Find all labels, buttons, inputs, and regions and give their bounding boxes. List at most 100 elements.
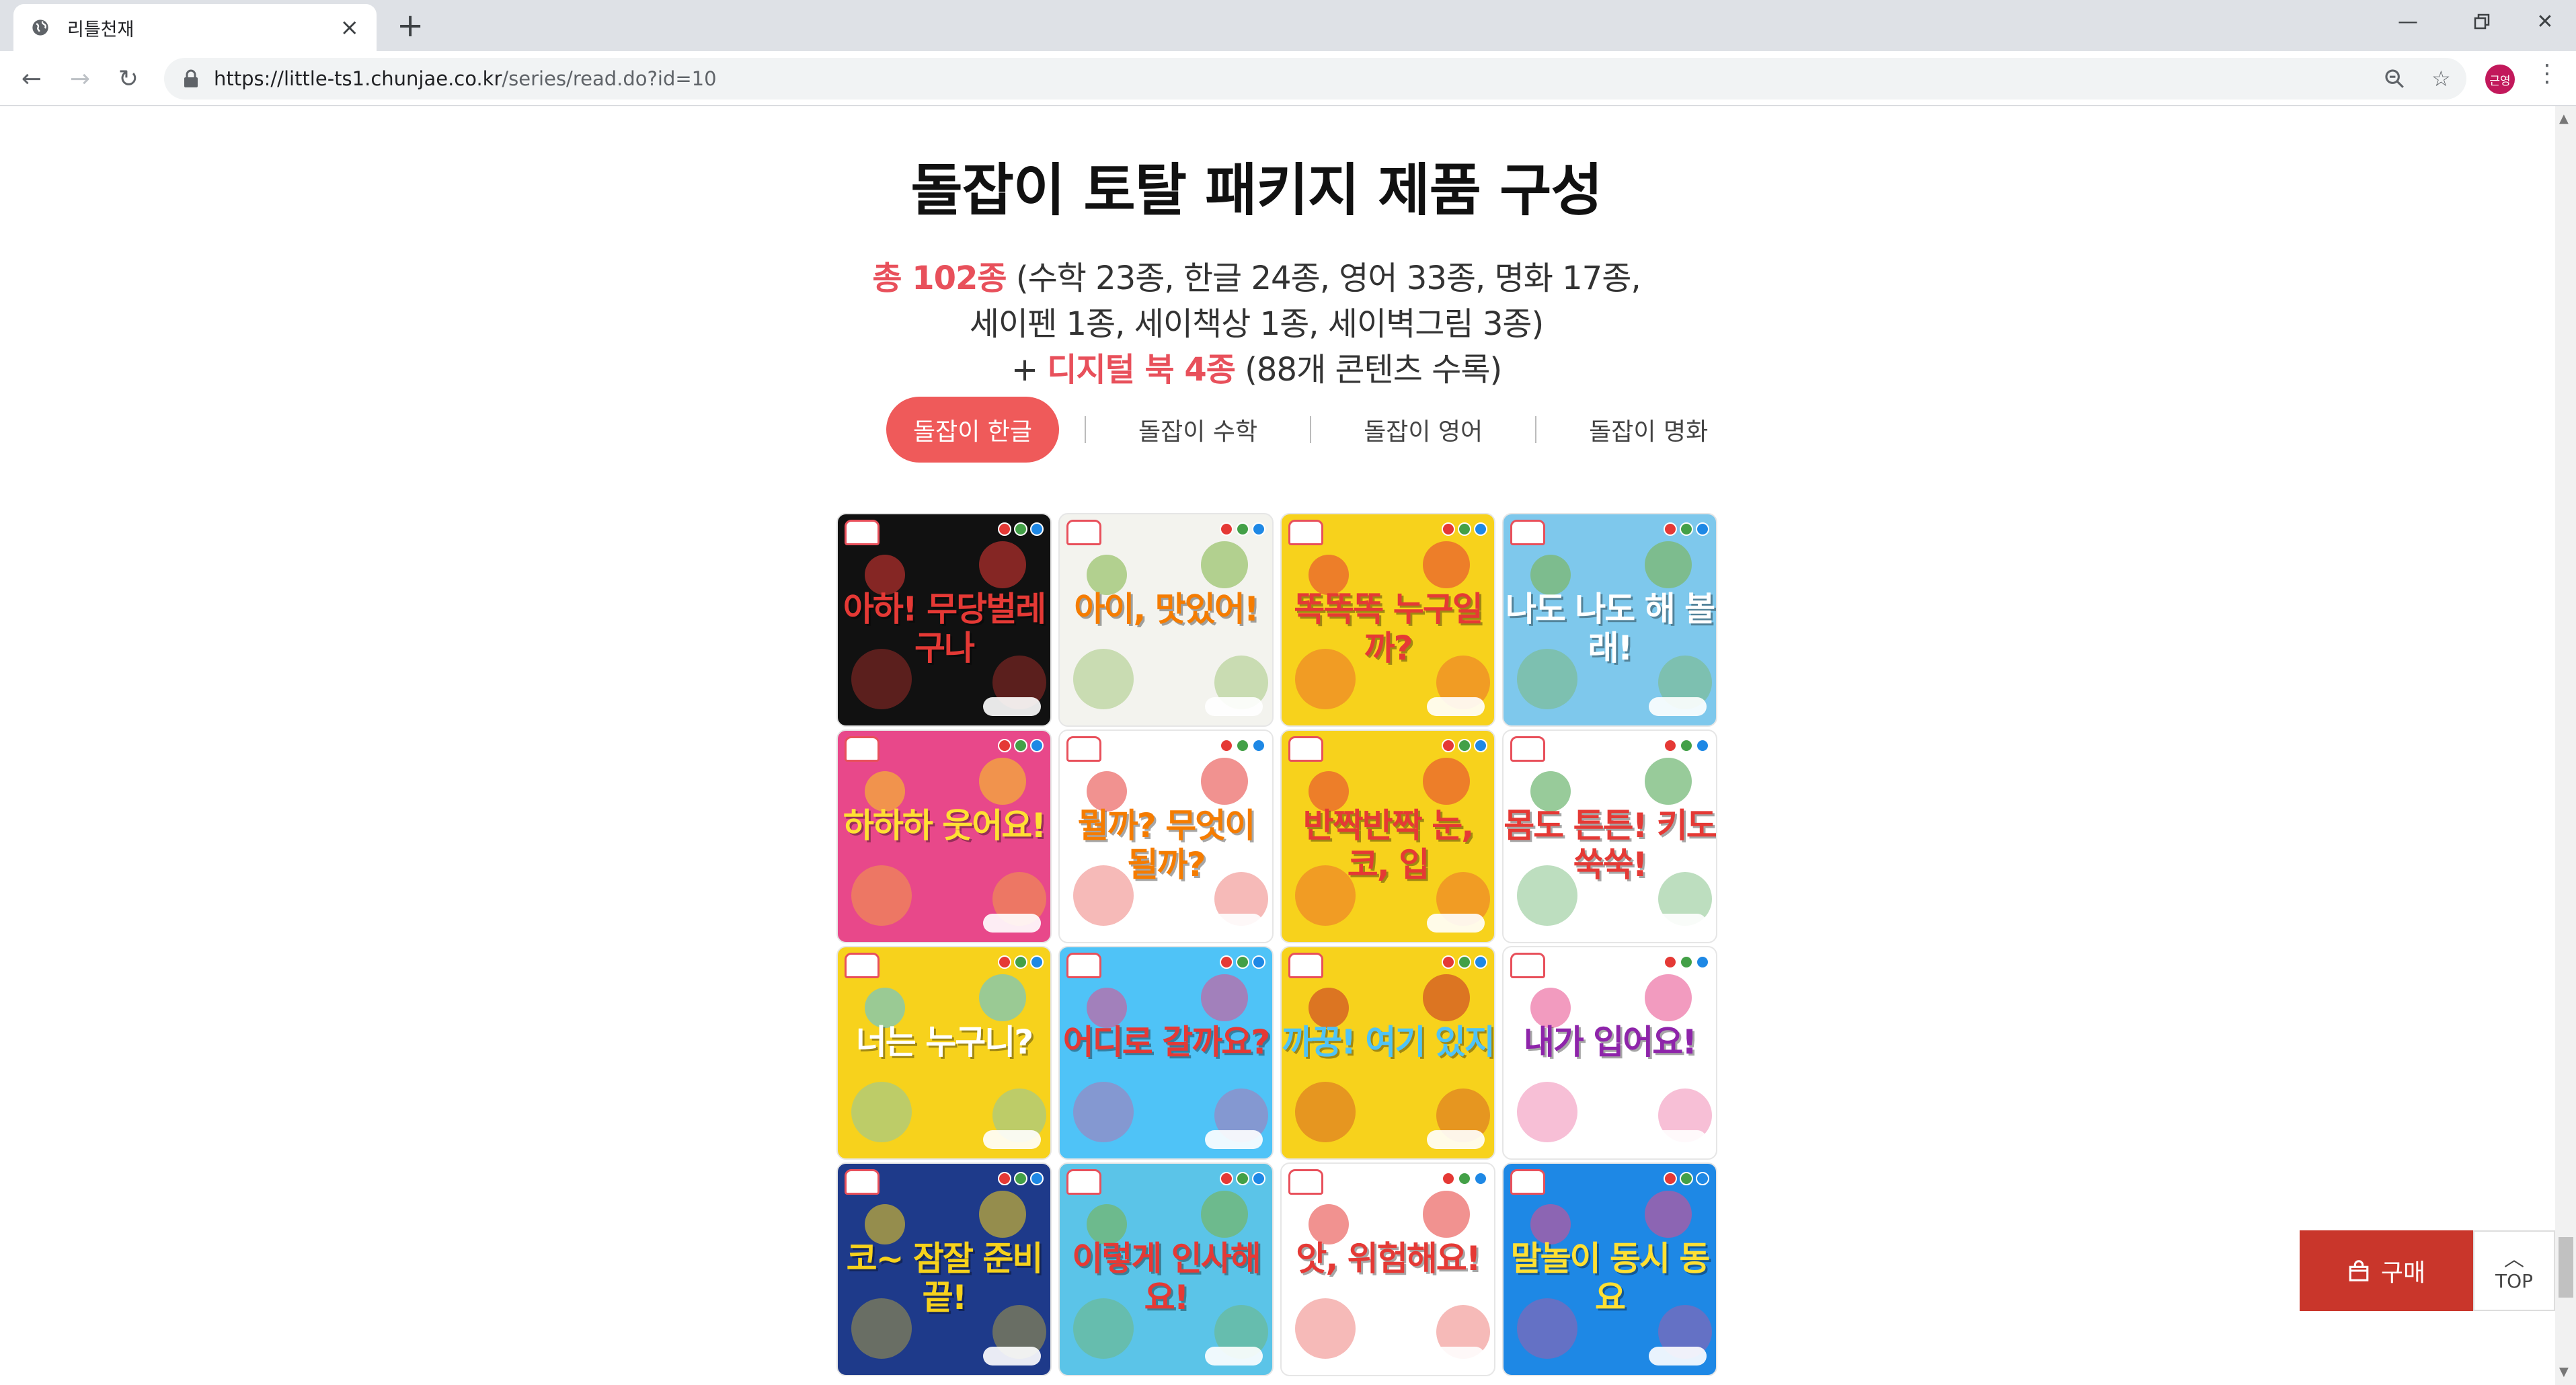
publisher-mark xyxy=(1427,914,1485,933)
category-dot xyxy=(1442,522,1455,536)
zoom-icon[interactable] xyxy=(2383,58,2406,100)
series-logo xyxy=(1066,1169,1101,1195)
scroll-up-icon[interactable]: ▲ xyxy=(2559,112,2569,126)
publisher-mark xyxy=(1427,697,1485,716)
category-dot xyxy=(1014,522,1027,536)
category-dot xyxy=(1236,1172,1249,1185)
tab-0[interactable]: 돌잡이 한글 xyxy=(886,397,1060,463)
tab-2[interactable]: 돌잡이 영어 xyxy=(1337,397,1510,463)
book-cover[interactable]: 반짝반짝 눈, 코, 입 xyxy=(1280,729,1495,943)
category-dot xyxy=(1696,522,1709,536)
series-logo xyxy=(1066,520,1101,545)
publisher-mark xyxy=(1427,1347,1485,1366)
series-logo xyxy=(1288,520,1323,545)
category-dot xyxy=(1680,955,1693,969)
book-title: 코~ 잠잘 준비 끝! xyxy=(846,1239,1044,1317)
book-cover[interactable]: 내가 입어요! xyxy=(1502,946,1717,1160)
category-dots xyxy=(998,522,1044,536)
category-dots xyxy=(1220,1172,1265,1185)
reload-icon[interactable]: ↻ xyxy=(110,61,147,97)
category-dots xyxy=(1664,1172,1709,1185)
category-dot xyxy=(1014,955,1027,969)
cover-illustration xyxy=(1309,988,1349,1028)
cover-illustration xyxy=(1295,1298,1356,1359)
cover-illustration xyxy=(865,988,905,1028)
scrollbar-thumb[interactable] xyxy=(2559,1237,2573,1298)
browser-toolbar: ← → ↻ https://little-ts1.chunjae.co.kr/s… xyxy=(0,51,2576,106)
book-cover[interactable]: 아하! 무당벌레구나 xyxy=(836,513,1052,727)
category-tabs: 돌잡이 한글 돌잡이 수학 돌잡이 영어 돌잡이 명화 xyxy=(886,397,1735,463)
minimize-icon[interactable]: — xyxy=(2371,7,2445,36)
globe-icon xyxy=(32,19,48,36)
publisher-mark xyxy=(1205,1130,1263,1149)
category-dot xyxy=(1680,522,1693,536)
category-dot xyxy=(1030,522,1044,536)
category-dot xyxy=(1014,1172,1027,1185)
category-dot xyxy=(998,955,1011,969)
tab-close-icon[interactable]: × xyxy=(340,16,360,39)
category-dot xyxy=(1458,739,1471,752)
book-title: 나도 나도 해 볼래! xyxy=(1505,590,1715,668)
book-cover[interactable]: 뭘까? 무엇이 될까? xyxy=(1058,729,1274,943)
category-dot xyxy=(1252,1172,1265,1185)
book-cover[interactable]: 똑똑똑 누구일까? xyxy=(1280,513,1495,727)
book-title: 몸도 튼튼! 키도 쑥쑥! xyxy=(1504,806,1716,884)
book-cover[interactable]: 하하하 웃어요! xyxy=(836,729,1052,943)
book-cover[interactable]: 이렇게 인사해요! xyxy=(1058,1162,1274,1376)
address-bar[interactable]: https://little-ts1.chunjae.co.kr/series/… xyxy=(164,58,2466,100)
top-label: TOP xyxy=(2495,1269,2534,1292)
tab-1[interactable]: 돌잡이 수학 xyxy=(1111,397,1284,463)
cover-illustration xyxy=(1645,541,1692,588)
cover-illustration xyxy=(851,1082,912,1142)
cover-illustration xyxy=(1201,758,1248,805)
category-dots xyxy=(1664,739,1709,752)
star-icon[interactable]: ☆ xyxy=(2431,58,2451,100)
category-dot xyxy=(1664,739,1677,752)
page-content: 돌잡이 토탈 패키지 제품 구성 총 102종 (수학 23종, 한글 24종,… xyxy=(0,106,2555,1385)
cover-illustration xyxy=(1295,1082,1356,1142)
book-cover[interactable]: 나도 나도 해 볼래! xyxy=(1502,513,1717,727)
avatar[interactable]: 근영 xyxy=(2485,65,2515,94)
new-tab-icon[interactable]: + xyxy=(397,9,424,42)
scrollbar[interactable] xyxy=(2555,106,2576,1385)
book-cover[interactable]: 말놀이 동시 동요 xyxy=(1502,1162,1717,1376)
category-dots xyxy=(1664,955,1709,969)
book-title: 너는 누구니? xyxy=(855,1023,1033,1062)
category-dot xyxy=(1664,955,1677,969)
scroll-top-button[interactable]: ︿ TOP xyxy=(2473,1230,2555,1311)
category-dots xyxy=(1442,739,1487,752)
menu-icon[interactable]: ⋮ xyxy=(2535,62,2559,86)
category-dots xyxy=(998,739,1044,752)
cover-illustration xyxy=(865,771,905,812)
publisher-mark xyxy=(1649,914,1707,933)
buy-label: 구매 xyxy=(2380,1259,2426,1287)
book-title: 까꿍! 여기 있지 xyxy=(1282,1023,1494,1062)
scroll-down-icon[interactable]: ▼ xyxy=(2559,1365,2569,1379)
book-cover[interactable]: 앗, 위험해요! xyxy=(1280,1162,1495,1376)
book-cover[interactable]: 몸도 튼튼! 키도 쑥쑥! xyxy=(1502,729,1717,943)
page-title: 돌잡이 토탈 패키지 제품 구성 xyxy=(910,157,1602,223)
cover-illustration xyxy=(1073,649,1134,709)
book-cover[interactable]: 어디로 갈까요? xyxy=(1058,946,1274,1160)
category-dot xyxy=(1220,522,1233,536)
publisher-mark xyxy=(983,914,1041,933)
book-cover[interactable]: 코~ 잠잘 준비 끝! xyxy=(836,1162,1052,1376)
cover-illustration xyxy=(1423,758,1470,805)
cover-illustration xyxy=(1073,1082,1134,1142)
book-cover[interactable]: 너는 누구니? xyxy=(836,946,1052,1160)
book-grid: 아하! 무당벌레구나 아이, 맛있어! 똑똑똑 누구일까? 나도 나도 해 볼래! 하하… xyxy=(836,513,1719,1384)
cover-illustration xyxy=(1423,541,1470,588)
cover-illustration xyxy=(865,1204,905,1244)
buy-button[interactable]: 구매 xyxy=(2300,1230,2473,1311)
close-window-icon[interactable]: ✕ xyxy=(2508,7,2576,36)
browser-tab[interactable]: 리틀천재 × xyxy=(13,4,377,51)
book-cover[interactable]: 아이, 맛있어! xyxy=(1058,513,1274,727)
series-logo xyxy=(1510,953,1545,978)
book-cover[interactable]: 까꿍! 여기 있지 xyxy=(1280,946,1495,1160)
tab-separator xyxy=(1535,416,1537,443)
back-icon[interactable]: ← xyxy=(13,61,50,97)
forward-icon[interactable]: → xyxy=(62,61,98,97)
category-dots xyxy=(1442,522,1487,536)
category-dot xyxy=(1442,1172,1455,1185)
tab-3[interactable]: 돌잡이 명화 xyxy=(1562,397,1735,463)
